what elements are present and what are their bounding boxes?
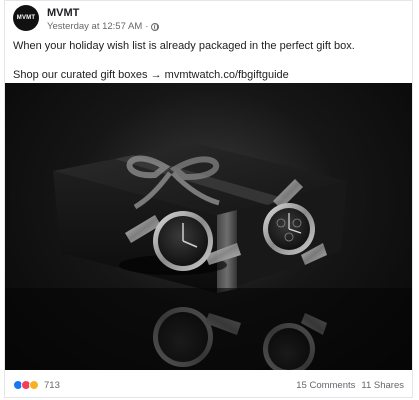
- facebook-post-card: MVMT MVMT Yesterday at 12:57 AM · When y…: [4, 0, 413, 398]
- post-photo[interactable]: [5, 83, 412, 370]
- comments-count-link[interactable]: 15 Comments: [296, 380, 355, 391]
- meta-separator: ·: [145, 21, 149, 32]
- watch-gift-box-image: [5, 143, 412, 370]
- gift-guide-link[interactable]: mvmtwatch.co/fbgiftguide: [165, 69, 289, 81]
- page-name-link[interactable]: MVMT: [47, 7, 79, 19]
- post-text: When your holiday wish list is already p…: [13, 40, 355, 52]
- avatar-logo-text: MVMT: [16, 15, 36, 21]
- post-footer: 713 15 Comments 11 Shares: [13, 375, 404, 395]
- reactions-summary[interactable]: 713: [13, 380, 60, 391]
- globe-icon: [151, 22, 160, 31]
- link-prefix: Shop our curated gift boxes: [13, 69, 148, 81]
- post-timestamp[interactable]: Yesterday at 12:57 AM: [47, 21, 142, 32]
- post-meta: Yesterday at 12:57 AM ·: [47, 21, 160, 32]
- post-header: MVMT MVMT Yesterday at 12:57 AM ·: [13, 5, 404, 33]
- shares-count-link[interactable]: 11 Shares: [361, 380, 404, 391]
- reaction-count: 713: [44, 379, 60, 391]
- avatar[interactable]: MVMT: [13, 5, 39, 31]
- wow-icon: [29, 380, 39, 390]
- post-link-line: Shop our curated gift boxes → mvmtwatch.…: [13, 68, 405, 82]
- arrow-right-icon: →: [150, 69, 162, 81]
- engagement-stats: 15 Comments 11 Shares: [296, 380, 404, 391]
